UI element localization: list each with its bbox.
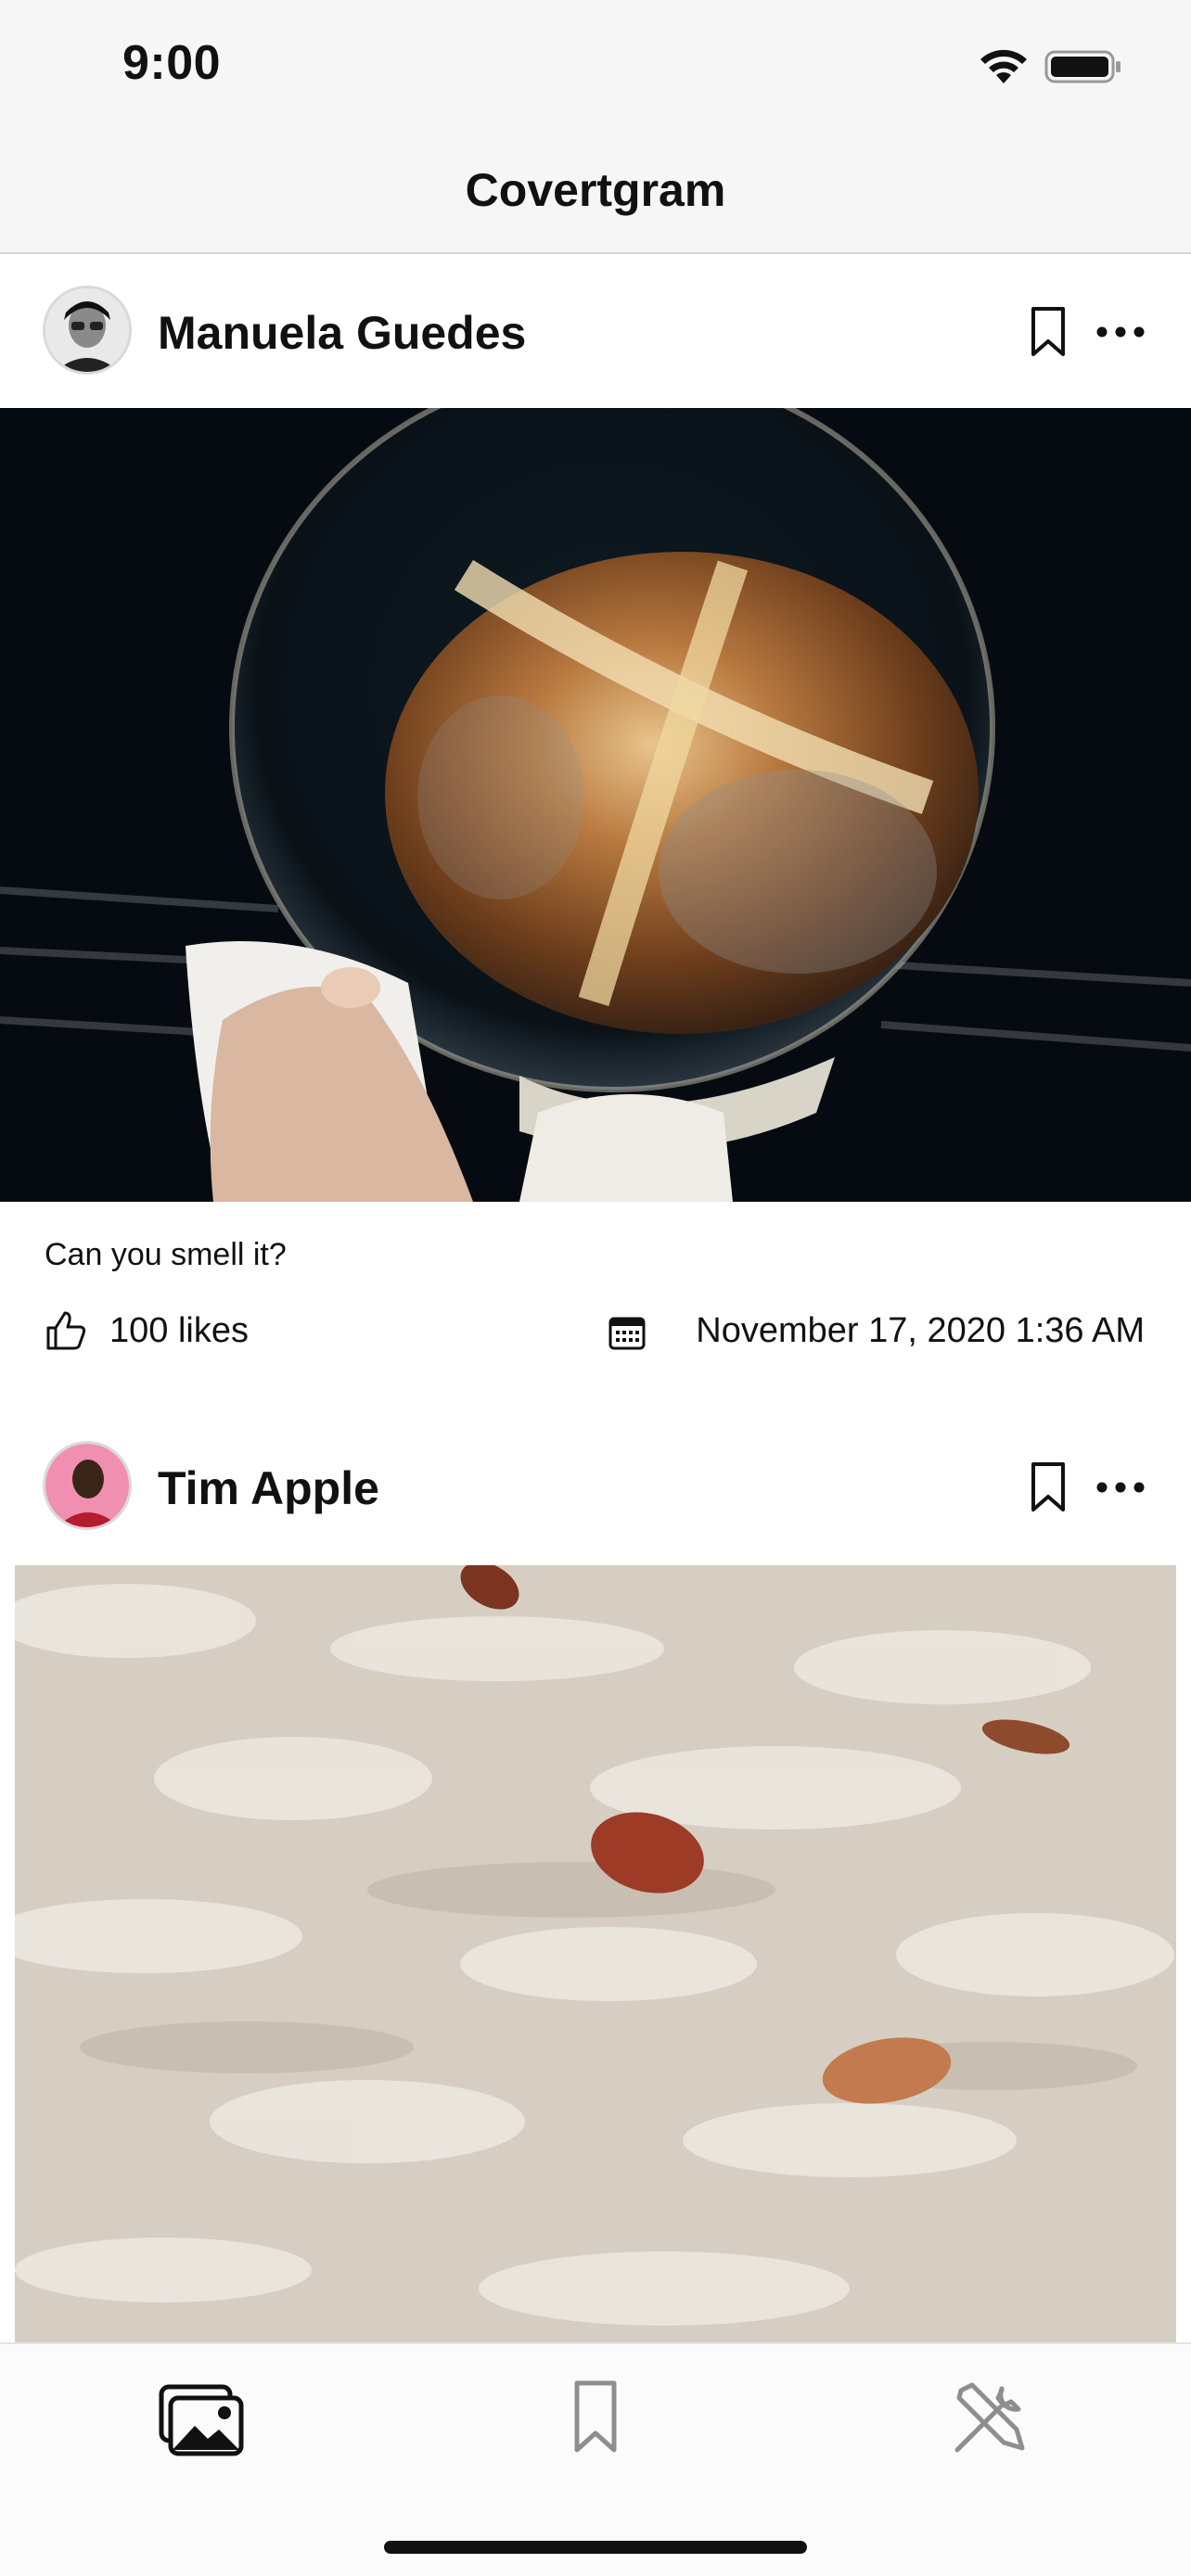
- avatar-image: [45, 288, 129, 372]
- battery-icon: [1044, 50, 1121, 83]
- bookmark-icon[interactable]: [1030, 306, 1067, 358]
- bookmark-icon[interactable]: [1030, 1461, 1067, 1513]
- app-title: Covertgram: [465, 164, 726, 216]
- post-author[interactable]: Tim Apple: [158, 1461, 379, 1515]
- tools-icon[interactable]: [944, 2370, 1037, 2463]
- ellipsis-icon[interactable]: [1095, 1478, 1146, 1497]
- sand-photo: [15, 1565, 1176, 2342]
- post-date: November 17, 2020 1:36 AM: [696, 1311, 1145, 1350]
- avatar[interactable]: [43, 1441, 132, 1530]
- tab-saved-bookmark-icon[interactable]: [549, 2370, 642, 2463]
- post-header: Tim Apple: [0, 1409, 1191, 1563]
- post-meta-row: 100 likes November 17, 2020 1:36 AM: [0, 1298, 1191, 1363]
- status-time: 9:00: [122, 36, 222, 90]
- post-author[interactable]: Manuela Guedes: [158, 306, 526, 360]
- post-photo[interactable]: [15, 1565, 1176, 2342]
- post-header: Manuela Guedes: [0, 254, 1191, 408]
- post-photo[interactable]: [0, 408, 1191, 1202]
- avatar[interactable]: [43, 286, 132, 375]
- photos-icon[interactable]: [154, 2370, 247, 2463]
- navigation-bar: Covertgram: [0, 139, 1191, 254]
- bread-photo: [0, 408, 1191, 1202]
- avatar-image: [45, 1444, 129, 1527]
- likes-count: 100 likes: [109, 1311, 249, 1350]
- ellipsis-icon[interactable]: [1095, 323, 1146, 341]
- calendar-icon: [608, 1317, 646, 1350]
- status-bar: 9:00: [0, 0, 1191, 139]
- thumbs-up-icon[interactable]: [45, 1309, 87, 1352]
- home-indicator: [384, 2541, 807, 2554]
- wifi-icon: [980, 49, 1027, 83]
- post-caption: Can you smell it?: [45, 1237, 287, 1272]
